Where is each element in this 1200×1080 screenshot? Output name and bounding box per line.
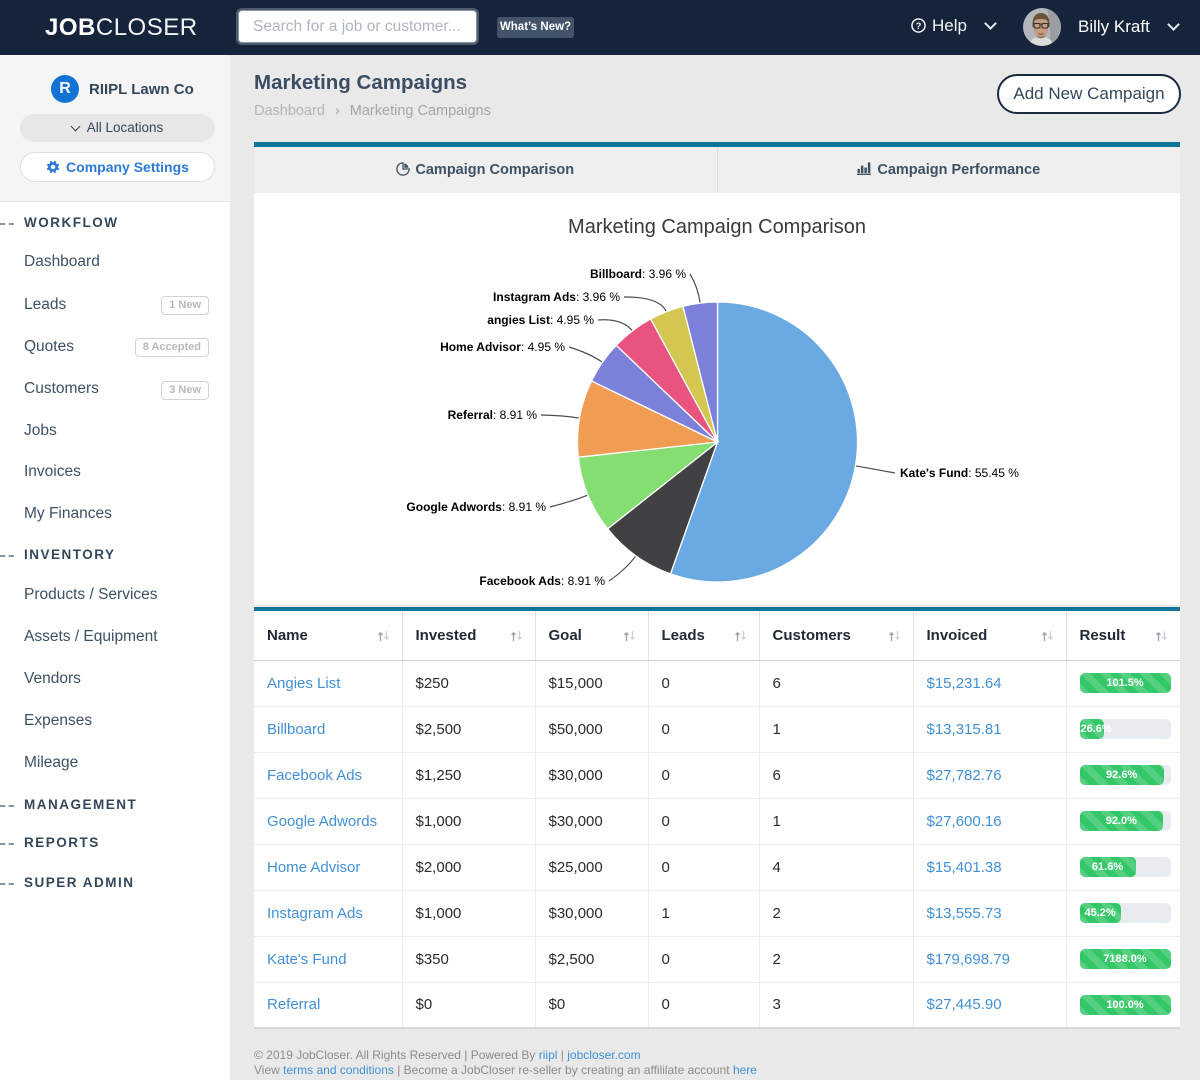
svg-text:Instagram Ads: 3.96 %: Instagram Ads: 3.96 %: [493, 290, 620, 304]
svg-text:Billboard: 3.96 %: Billboard: 3.96 %: [590, 267, 686, 281]
svg-text:Marketing Campaign Comparison: Marketing Campaign Comparison: [568, 216, 866, 238]
svg-text:Home Advisor: 4.95 %: Home Advisor: 4.95 %: [440, 340, 565, 354]
svg-text:Referral: 8.91 %: Referral: 8.91 %: [448, 408, 538, 422]
svg-text:?: ?: [916, 21, 922, 31]
svg-text:angies List: 4.95 %: angies List: 4.95 %: [487, 313, 594, 327]
svg-text:Facebook Ads: 8.91 %: Facebook Ads: 8.91 %: [479, 574, 605, 588]
svg-text:Google Adwords: 8.91 %: Google Adwords: 8.91 %: [406, 500, 546, 514]
svg-text:Kate's Fund: 55.45 %: Kate's Fund: 55.45 %: [900, 466, 1019, 480]
